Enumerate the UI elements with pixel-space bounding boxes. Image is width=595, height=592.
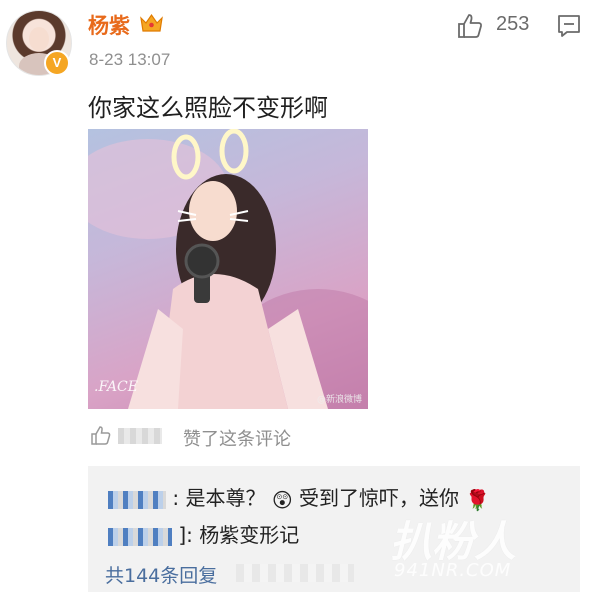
blurred-username <box>118 428 162 444</box>
shocked-emoji-icon: 😲 <box>271 487 293 512</box>
blurred-reply-user[interactable] <box>108 527 172 546</box>
reply-text: 杨紫变形记 <box>199 523 300 547</box>
verified-badge-icon: V <box>44 50 70 76</box>
comment-text: 你家这么照脸不变形啊 <box>88 94 328 122</box>
reply-separator: : <box>172 486 180 510</box>
comment-photo[interactable]: .FACE @新浪微博 <box>88 129 368 409</box>
view-all-replies-link[interactable]: 共144条回复 <box>105 561 217 588</box>
photo-watermark-left: .FACE <box>94 379 138 395</box>
crown-icon <box>140 13 163 32</box>
like-count: 253 <box>496 13 530 35</box>
reply-item[interactable]: ]: 杨紫变形记 <box>108 519 299 548</box>
liked-by-text: 赞了这条评论 <box>183 429 291 450</box>
username[interactable]: 杨紫 <box>88 10 130 40</box>
timestamp: 8-23 13:07 <box>89 50 171 69</box>
photo-watermark-right: @新浪微博 <box>316 395 362 405</box>
thumbs-up-small-icon <box>91 426 111 445</box>
blurred-reply-user[interactable] <box>108 490 166 509</box>
reply-text: 是本尊？ <box>185 486 266 510</box>
avatar-face <box>29 27 49 51</box>
site-watermark-url: 941NR.COM <box>394 560 512 581</box>
reply-separator: ]: <box>178 523 193 547</box>
photo-illustration <box>88 129 368 409</box>
reply-text-2: 受到了惊吓，送你 <box>299 486 460 510</box>
blurred-area <box>236 564 354 582</box>
thumbs-up-icon[interactable] <box>456 12 484 40</box>
comment-icon[interactable] <box>556 13 582 39</box>
